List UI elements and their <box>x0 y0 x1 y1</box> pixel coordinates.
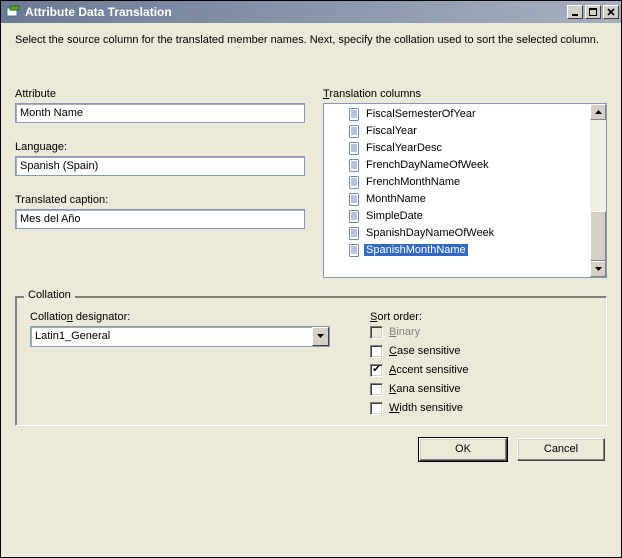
column-icon <box>348 193 360 205</box>
checkbox-icon[interactable]: ✔ <box>370 364 383 377</box>
checkbox-label: Accent sensitive <box>389 364 469 376</box>
sort-order-label: Sort order: <box>370 311 592 323</box>
instructions-text: Select the source column for the transla… <box>15 33 607 48</box>
language-label: Language: <box>15 141 305 153</box>
checkbox-binary: Binary <box>370 326 592 339</box>
list-item-label: SpanishDayNameOfWeek <box>364 227 496 239</box>
scroll-down-button[interactable] <box>590 261 606 277</box>
list-item[interactable]: SpanishDayNameOfWeek <box>326 225 588 242</box>
collation-designator-combo[interactable]: Latin1_General <box>30 326 330 347</box>
list-item-label: SimpleDate <box>364 210 425 222</box>
checkbox-icon <box>370 326 383 339</box>
list-item-label: MonthName <box>364 193 428 205</box>
checkbox-label: Case sensitive <box>389 345 461 357</box>
column-icon <box>348 227 360 239</box>
column-icon <box>348 244 360 256</box>
translation-columns-label: Translation columns <box>323 88 607 100</box>
translated-caption-label: Translated caption: <box>15 194 305 206</box>
attribute-label: Attribute <box>15 88 305 100</box>
language-field: Spanish (Spain) <box>15 156 305 176</box>
column-icon <box>348 210 360 222</box>
window-title: Attribute Data Translation <box>25 5 565 19</box>
list-item[interactable]: FiscalSemesterOfYear <box>326 106 588 123</box>
column-icon <box>348 125 360 137</box>
collation-designator-value: Latin1_General <box>31 327 312 346</box>
list-scrollbar[interactable] <box>590 104 606 277</box>
checkbox-icon[interactable] <box>370 383 383 396</box>
list-item[interactable]: FrenchMonthName <box>326 174 588 191</box>
list-item[interactable]: MonthName <box>326 191 588 208</box>
content-area: Select the source column for the transla… <box>1 23 621 557</box>
titlebar: Attribute Data Translation <box>1 1 621 23</box>
dialog-window: Attribute Data Translation Select the so… <box>0 0 622 558</box>
cancel-button[interactable]: Cancel <box>517 438 605 461</box>
minimize-button[interactable] <box>567 5 583 19</box>
column-icon <box>348 159 360 171</box>
checkbox-accent-sensitive[interactable]: ✔ Accent sensitive <box>370 364 592 377</box>
list-item-label: FiscalSemesterOfYear <box>364 108 478 120</box>
list-item-label: FiscalYear <box>364 125 419 137</box>
attribute-field: Month Name <box>15 103 305 123</box>
column-icon <box>348 142 360 154</box>
collation-designator-label: Collation designator: <box>30 311 330 323</box>
app-icon <box>5 4 21 20</box>
collation-group: Collation Collation designator: Latin1_G… <box>15 296 607 426</box>
checkbox-icon[interactable] <box>370 402 383 415</box>
column-icon <box>348 108 360 120</box>
checkbox-label: Kana sensitive <box>389 383 461 395</box>
checkbox-kana-sensitive[interactable]: Kana sensitive <box>370 383 592 396</box>
checkbox-case-sensitive[interactable]: Case sensitive <box>370 345 592 358</box>
checkbox-label: Width sensitive <box>389 402 463 414</box>
translated-caption-input[interactable]: Mes del Año <box>15 209 305 229</box>
ok-button[interactable]: OK <box>419 438 507 461</box>
list-item-label: FrenchMonthName <box>364 176 462 188</box>
list-item[interactable]: SimpleDate <box>326 208 588 225</box>
checkbox-icon[interactable] <box>370 345 383 358</box>
list-item-label: FiscalYearDesc <box>364 142 444 154</box>
collation-legend: Collation <box>24 289 75 301</box>
close-button[interactable] <box>603 5 619 19</box>
checkbox-width-sensitive[interactable]: Width sensitive <box>370 402 592 415</box>
translation-columns-list[interactable]: FiscalSemesterOfYear FiscalYear FiscalYear… <box>323 103 607 278</box>
list-item-label: SpanishMonthName <box>364 244 468 256</box>
scroll-up-button[interactable] <box>590 104 606 120</box>
checkbox-label: Binary <box>389 326 420 338</box>
scroll-thumb[interactable] <box>590 211 606 261</box>
maximize-button[interactable] <box>585 5 601 19</box>
column-icon <box>348 176 360 188</box>
list-item[interactable]: FrenchDayNameOfWeek <box>326 157 588 174</box>
combo-dropdown-button[interactable] <box>312 327 329 346</box>
list-item[interactable]: SpanishMonthName <box>326 242 588 259</box>
list-item[interactable]: FiscalYear <box>326 123 588 140</box>
list-item[interactable]: FiscalYearDesc <box>326 140 588 157</box>
list-item-label: FrenchDayNameOfWeek <box>364 159 491 171</box>
button-bar: OK Cancel <box>15 438 607 461</box>
